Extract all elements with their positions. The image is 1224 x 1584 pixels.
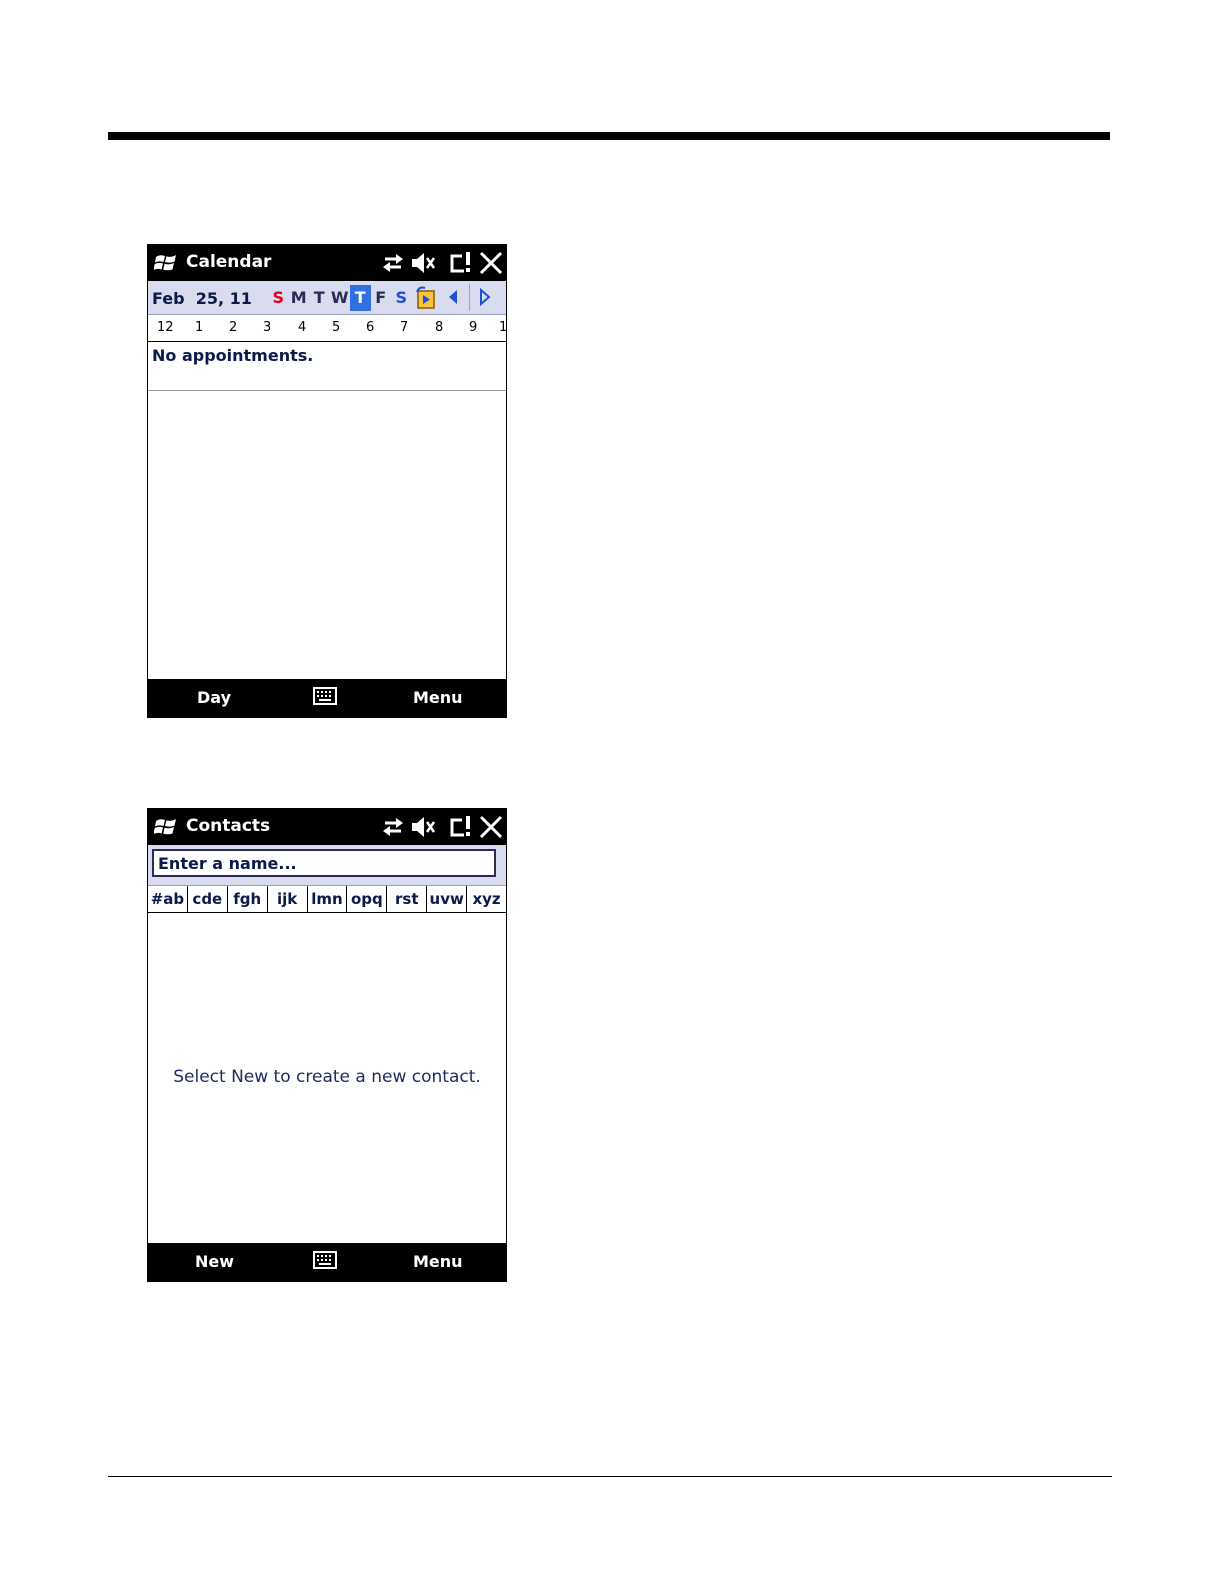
letter-group-tab[interactable]: #ab [148, 886, 188, 912]
hour-label: 7 [400, 320, 409, 335]
softkey-bar: Day Menu [148, 679, 506, 717]
weekday-wednesday[interactable]: W [330, 285, 351, 311]
hour-label: 1 [499, 320, 507, 335]
hour-label: 1 [195, 320, 204, 335]
top-rule [108, 132, 1110, 140]
hour-label: 5 [332, 320, 341, 335]
hour-label: 2 [229, 320, 238, 335]
notification-icon[interactable] [448, 250, 474, 276]
hour-label: 9 [469, 320, 478, 335]
letter-group-tab[interactable]: lmn [308, 886, 348, 912]
hour-ruler: 12 1 2 3 4 5 6 7 8 9 1 [148, 315, 506, 342]
hour-label: 8 [435, 320, 444, 335]
letter-group-tab[interactable]: opq [347, 886, 388, 912]
weekday-sunday[interactable]: S [268, 285, 289, 311]
speaker-muted-icon[interactable] [410, 814, 436, 840]
hour-label: 3 [263, 320, 272, 335]
arrow-right-icon[interactable] [478, 288, 492, 306]
weekday-monday[interactable]: M [289, 285, 310, 311]
arrow-left-icon[interactable] [446, 288, 460, 306]
letter-group-tab[interactable]: uvw [427, 886, 468, 912]
contacts-screen: Contacts Enter a name... #ab cde fgh ijk… [147, 808, 507, 1282]
current-date[interactable]: Feb 25, 11 [152, 289, 252, 308]
speaker-muted-icon[interactable] [410, 250, 436, 276]
weekday-tuesday[interactable]: T [309, 285, 330, 311]
letter-group-tab[interactable]: cde [188, 886, 228, 912]
connectivity-arrows-icon[interactable] [380, 250, 406, 276]
close-icon[interactable] [478, 250, 504, 276]
nav-divider [469, 284, 470, 311]
hour-label: 4 [298, 320, 307, 335]
app-title: Contacts [186, 816, 271, 836]
search-area [148, 845, 506, 886]
letter-group-tab[interactable]: ijk [268, 886, 308, 912]
title-bar: Contacts [148, 809, 506, 845]
hour-label: 6 [366, 320, 375, 335]
menu-softkey[interactable]: Menu [413, 688, 463, 707]
bottom-rule [108, 1476, 1112, 1477]
week-strip: S M T W T F S [268, 285, 412, 311]
close-icon[interactable] [478, 814, 504, 840]
weekday-thursday-selected[interactable]: T [350, 285, 371, 311]
letter-group-tab[interactable]: xyz [467, 886, 506, 912]
weekday-friday[interactable]: F [371, 285, 392, 311]
windows-logo-icon[interactable] [154, 816, 178, 838]
empty-appointments-text: No appointments. [152, 346, 314, 365]
connectivity-arrows-icon[interactable] [380, 814, 406, 840]
new-softkey[interactable]: New [195, 1252, 234, 1271]
title-bar: Calendar [148, 245, 506, 281]
windows-logo-icon[interactable] [154, 252, 178, 274]
keyboard-icon[interactable] [313, 1251, 337, 1269]
keyboard-icon[interactable] [313, 687, 337, 705]
calendar-screen: Calendar Feb 25, 11 S M T W T F S 12 1 2… [147, 244, 507, 718]
name-search-input[interactable] [152, 849, 496, 877]
letter-group-tab[interactable]: rst [387, 886, 428, 912]
day-softkey[interactable]: Day [197, 688, 231, 707]
go-to-today-icon[interactable] [414, 285, 438, 311]
menu-softkey[interactable]: Menu [413, 1252, 463, 1271]
appointment-list[interactable]: No appointments. [148, 342, 506, 391]
letter-group-tab[interactable]: fgh [228, 886, 268, 912]
app-title: Calendar [186, 252, 272, 272]
letter-group-bar: #ab cde fgh ijk lmn opq rst uvw xyz [148, 886, 506, 913]
hour-label: 12 [157, 320, 174, 335]
date-header: Feb 25, 11 S M T W T F S [148, 281, 506, 315]
weekday-saturday[interactable]: S [391, 285, 412, 311]
notification-icon[interactable] [448, 814, 474, 840]
empty-contacts-text: Select New to create a new contact. [173, 1067, 481, 1087]
softkey-bar: New Menu [148, 1243, 506, 1281]
